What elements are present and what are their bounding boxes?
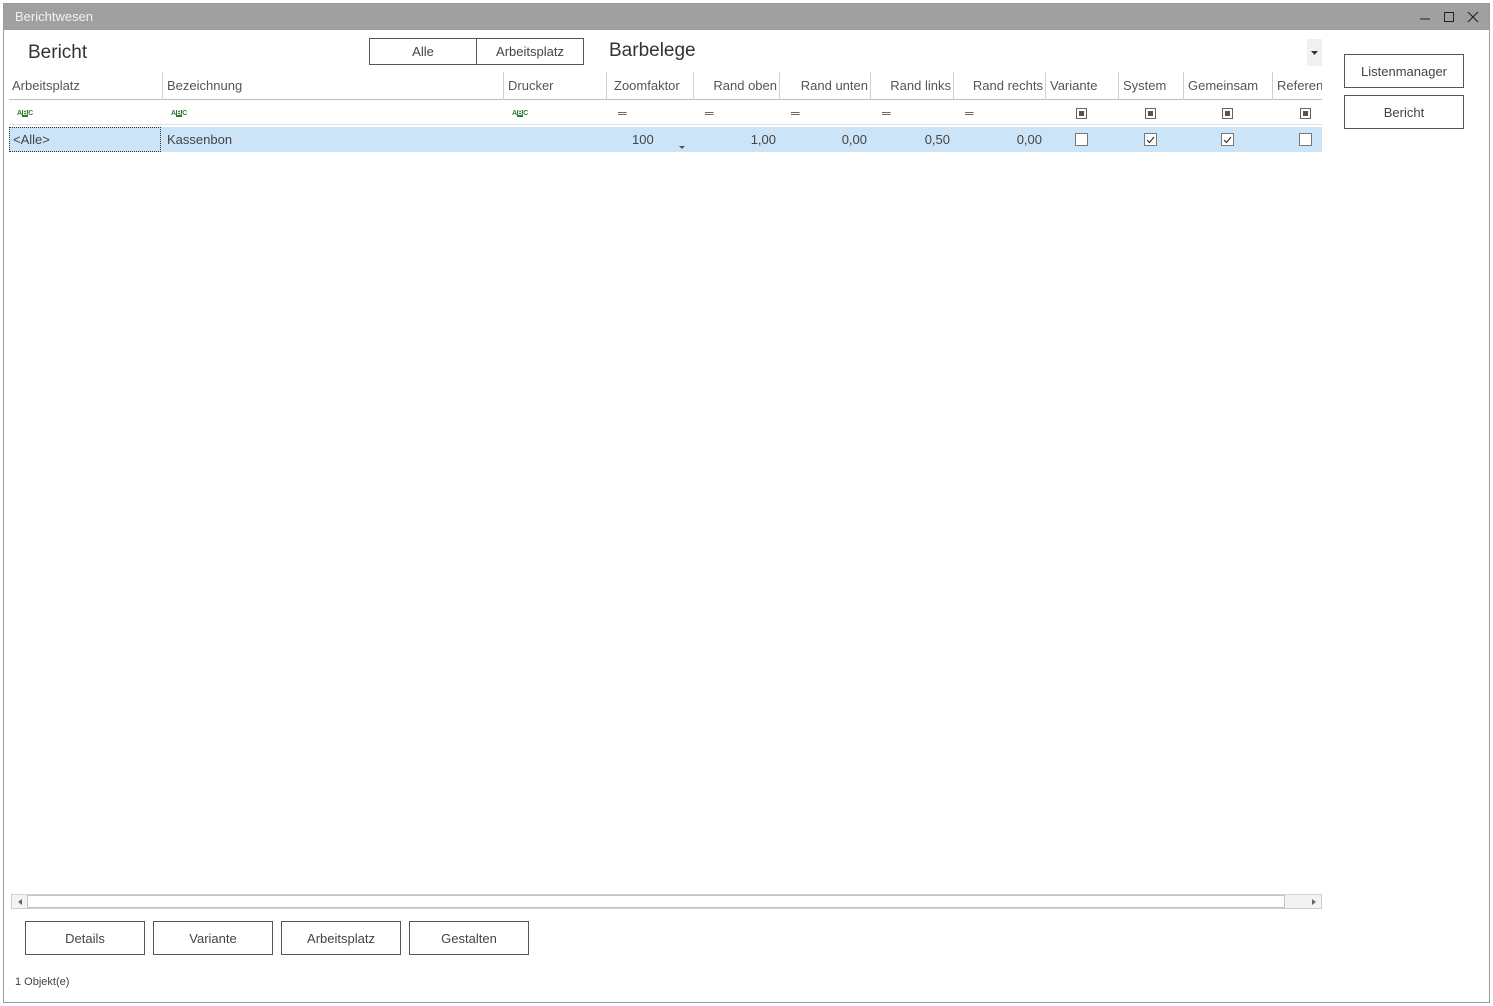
- unchecked-icon[interactable]: [1075, 133, 1088, 146]
- arbeitsplatz-button[interactable]: Arbeitsplatz: [281, 921, 401, 955]
- minimize-icon[interactable]: [1414, 7, 1436, 27]
- abc-filter-icon[interactable]: ABC: [171, 101, 503, 125]
- equals-filter-icon[interactable]: ═: [618, 101, 693, 125]
- cell-rand-oben[interactable]: 1,00: [693, 127, 776, 152]
- zoomfaktor-value: 100: [632, 132, 654, 147]
- column-header-rand-oben[interactable]: Rand oben: [693, 72, 779, 100]
- column-header-referenz[interactable]: Referen: [1272, 72, 1322, 100]
- cell-drucker[interactable]: [503, 127, 606, 152]
- unchecked-icon[interactable]: [1298, 133, 1312, 146]
- app-window: Berichtwesen Bericht Alle Arbeitsplatz B…: [3, 3, 1490, 1003]
- column-header-drucker[interactable]: Drucker: [503, 72, 606, 100]
- column-header-rand-rechts[interactable]: Rand rechts: [953, 72, 1045, 100]
- title-bar[interactable]: Berichtwesen: [4, 4, 1489, 30]
- checkbox-filter-icon[interactable]: [1299, 101, 1311, 125]
- cell-zoomfaktor[interactable]: 100: [606, 127, 693, 152]
- close-icon[interactable]: [1462, 7, 1484, 27]
- report-select[interactable]: Barbelege: [609, 39, 1322, 66]
- equals-filter-icon[interactable]: ═: [965, 101, 1045, 125]
- grid-header-row: Arbeitsplatz Bezeichnung Drucker Zoomfak…: [9, 72, 1322, 100]
- checkmark-icon[interactable]: [1144, 133, 1157, 146]
- checkbox-referenz[interactable]: [1298, 127, 1312, 152]
- grid-filter-row: ABC ABC ABC ═ ═ ═ ═ ═: [9, 101, 1322, 125]
- checkbox-gemeinsam[interactable]: [1183, 127, 1272, 152]
- chevron-down-icon[interactable]: [1307, 39, 1322, 66]
- table-row[interactable]: <Alle> Kassenbon 100 1,00 0,00 0,50 0,00: [9, 127, 1322, 152]
- equals-filter-icon[interactable]: ═: [791, 101, 870, 125]
- column-header-rand-links[interactable]: Rand links: [870, 72, 953, 100]
- equals-filter-icon[interactable]: ═: [705, 101, 779, 125]
- column-header-system[interactable]: System: [1118, 72, 1183, 100]
- cell-rand-links[interactable]: 0,50: [870, 127, 950, 152]
- checkbox-filter-icon[interactable]: [1118, 101, 1183, 125]
- cell-rand-unten[interactable]: 0,00: [779, 127, 867, 152]
- checkbox-system[interactable]: [1118, 127, 1183, 152]
- column-header-rand-unten[interactable]: Rand unten: [779, 72, 870, 100]
- chevron-down-icon[interactable]: [679, 137, 685, 152]
- details-button[interactable]: Details: [25, 921, 145, 955]
- checkbox-filter-icon[interactable]: [1045, 101, 1118, 125]
- status-bar: 1 Objekt(e): [15, 976, 70, 988]
- report-select-value: Barbelege: [609, 40, 696, 61]
- page-title: Bericht: [28, 42, 88, 63]
- checkbox-filter-icon[interactable]: [1183, 101, 1272, 125]
- column-header-variante[interactable]: Variante: [1045, 72, 1118, 100]
- segment-alle[interactable]: Alle: [369, 38, 477, 65]
- window-title: Berichtwesen: [15, 9, 94, 24]
- maximize-icon[interactable]: [1438, 7, 1460, 27]
- arrow-left-icon[interactable]: [12, 895, 27, 908]
- equals-filter-icon[interactable]: ═: [882, 101, 953, 125]
- column-header-arbeitsplatz[interactable]: Arbeitsplatz: [12, 72, 162, 100]
- abc-filter-icon[interactable]: ABC: [17, 101, 162, 125]
- listenmanager-button[interactable]: Listenmanager: [1344, 54, 1464, 88]
- cell-rand-rechts[interactable]: 0,00: [953, 127, 1042, 152]
- scrollbar-thumb[interactable]: [27, 895, 1285, 908]
- segment-arbeitsplatz[interactable]: Arbeitsplatz: [476, 38, 584, 65]
- abc-filter-icon[interactable]: ABC: [512, 101, 606, 125]
- arrow-right-icon[interactable]: [1306, 895, 1321, 908]
- bericht-button[interactable]: Bericht: [1344, 95, 1464, 129]
- column-header-bezeichnung[interactable]: Bezeichnung: [162, 72, 503, 100]
- variante-button[interactable]: Variante: [153, 921, 273, 955]
- checkbox-variante[interactable]: [1045, 127, 1118, 152]
- gestalten-button[interactable]: Gestalten: [409, 921, 529, 955]
- horizontal-scrollbar[interactable]: [11, 894, 1322, 909]
- cell-arbeitsplatz[interactable]: <Alle>: [9, 127, 161, 152]
- cell-bezeichnung[interactable]: Kassenbon: [167, 127, 503, 152]
- checkmark-icon[interactable]: [1221, 133, 1234, 146]
- column-header-zoomfaktor[interactable]: Zoomfaktor: [606, 72, 693, 100]
- report-grid: Arbeitsplatz Bezeichnung Drucker Zoomfak…: [9, 72, 1322, 892]
- column-header-gemeinsam[interactable]: Gemeinsam: [1183, 72, 1272, 100]
